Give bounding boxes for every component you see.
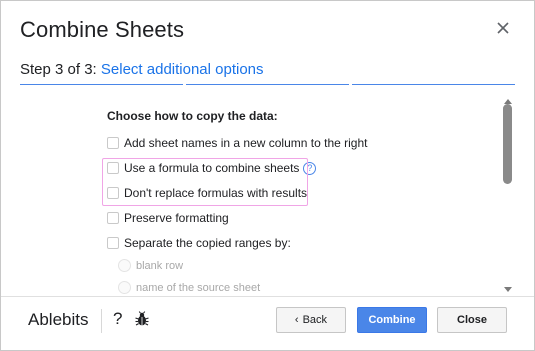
option-label: Separate the copied ranges by: — [124, 236, 291, 250]
vertical-scrollbar[interactable] — [503, 97, 513, 295]
options-panel[interactable]: Choose how to copy the data: Add sheet n… — [1, 97, 534, 295]
option-dont-replace-formulas[interactable]: Don't replace formulas with results — [107, 186, 307, 200]
progress-segment-3 — [352, 84, 515, 85]
checkbox[interactable] — [107, 137, 119, 149]
help-icon[interactable]: ? — [303, 161, 317, 175]
scrollbar-thumb[interactable] — [503, 104, 512, 184]
radio-button[interactable] — [118, 281, 131, 294]
help-icon[interactable]: ? — [113, 309, 122, 329]
dialog-title: Combine Sheets — [20, 17, 185, 42]
option-separate-ranges[interactable]: Separate the copied ranges by: — [107, 236, 291, 250]
chevron-left-icon: ‹ — [294, 314, 299, 326]
radio-blank-row[interactable]: blank row — [118, 259, 183, 272]
brand-logo: Ablebits — [28, 310, 89, 329]
checkbox[interactable] — [107, 237, 119, 249]
checkbox[interactable] — [107, 212, 119, 224]
bug-icon[interactable] — [134, 311, 150, 327]
option-label: Don't replace formulas with results — [124, 186, 308, 200]
back-label: Back — [302, 314, 328, 326]
back-button[interactable]: ‹ Back — [276, 307, 346, 333]
close-icon[interactable] — [494, 19, 512, 37]
option-label: Use a formula to combine sheets — [124, 161, 300, 175]
radio-button[interactable] — [118, 259, 131, 272]
step-title: Select additional options — [100, 61, 264, 78]
step-indicator: Step 3 of 3: Select additional options — [20, 61, 264, 78]
option-preserve-formatting[interactable]: Preserve formatting — [107, 211, 229, 225]
options-heading: Choose how to copy the data: — [107, 109, 278, 123]
checkbox[interactable] — [107, 162, 119, 174]
step-progress — [20, 84, 515, 86]
progress-segment-2 — [186, 84, 349, 85]
option-use-formula[interactable]: Use a formula to combine sheets ? — [107, 161, 317, 175]
dialog-footer: Ablebits ? ‹ Back Combine Close — [1, 296, 534, 350]
step-number: Step 3 of 3: — [20, 61, 97, 78]
option-add-sheet-names[interactable]: Add sheet names in a new column to the r… — [107, 136, 367, 150]
progress-segment-1 — [20, 84, 183, 85]
scroll-down-arrow-icon[interactable] — [504, 287, 512, 292]
radio-label: blank row — [136, 259, 184, 272]
option-label: Preserve formatting — [124, 211, 229, 225]
combine-button[interactable]: Combine — [357, 307, 427, 333]
combine-sheets-dialog: Combine Sheets Step 3 of 3: Select addit… — [0, 0, 535, 351]
footer-divider — [101, 309, 102, 333]
checkbox[interactable] — [107, 187, 119, 199]
radio-label: name of the source sheet — [136, 281, 261, 294]
radio-source-sheet-name[interactable]: name of the source sheet — [118, 281, 260, 294]
option-label: Add sheet names in a new column to the r… — [124, 136, 368, 150]
close-button[interactable]: Close — [437, 307, 507, 333]
